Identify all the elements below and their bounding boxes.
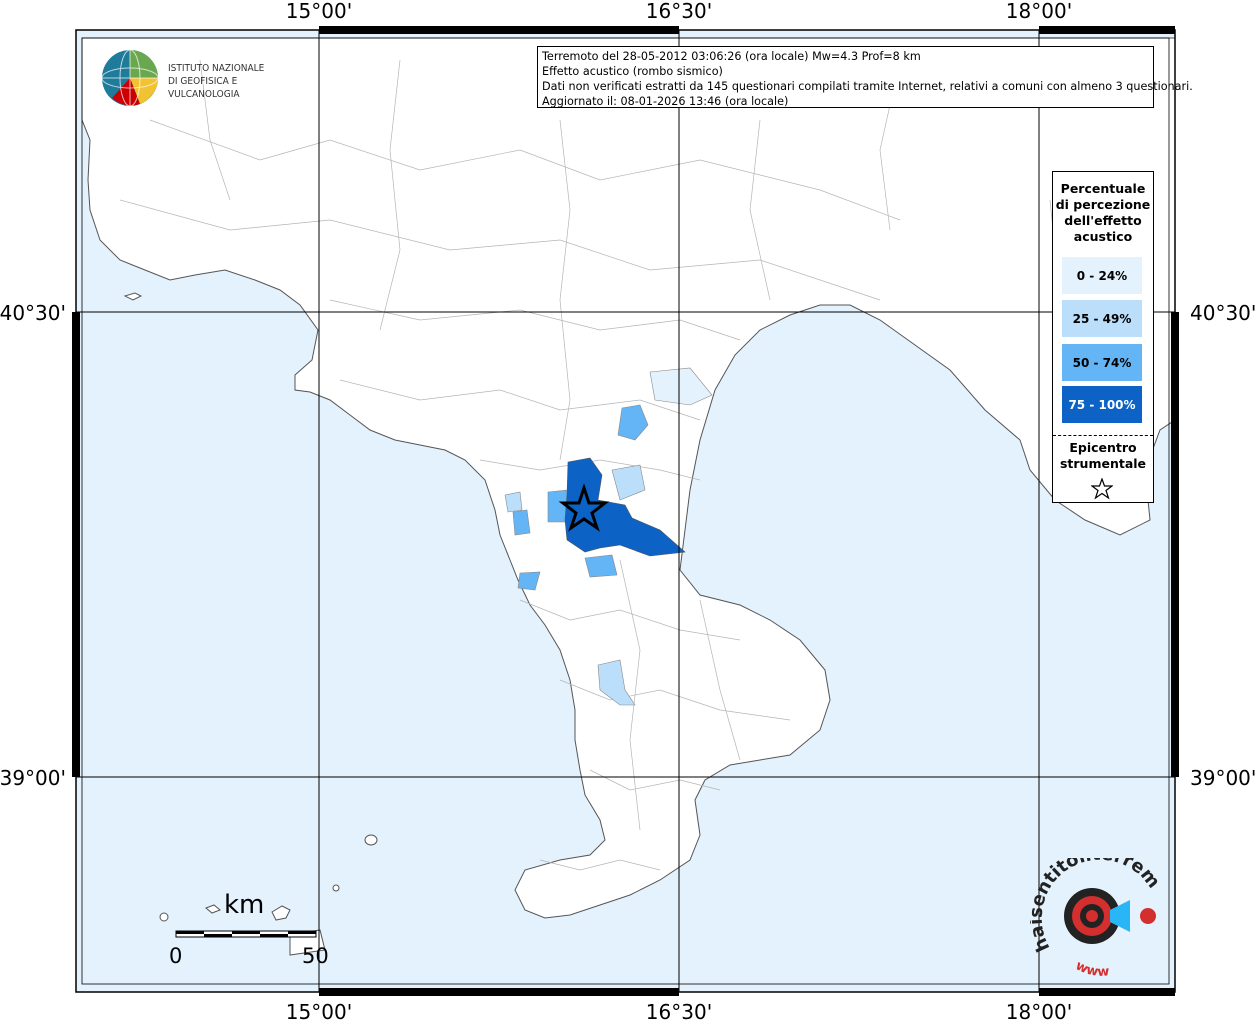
scale-unit: km — [224, 890, 265, 920]
area-class-2d — [584, 554, 618, 578]
island-alicudi — [159, 912, 169, 922]
lon-tick-bottom-3: 18°00' — [1006, 1000, 1072, 1024]
area-class-1c — [504, 491, 523, 513]
lat-tick-right-1: 40°30' — [1190, 301, 1255, 325]
ingv-logo: ISTITUTO NAZIONALE DI GEOFISICA E VULCAN… — [100, 48, 310, 108]
lat-tick-right-2: 39°00' — [1190, 766, 1255, 790]
ingv-logo-text: ISTITUTO NAZIONALE DI GEOFISICA E VULCAN… — [168, 62, 310, 101]
lon-tick-bottom-1: 15°00' — [286, 1000, 352, 1024]
star-icon — [1091, 478, 1113, 500]
legend-epicenter-label: Epicentro strumentale — [1059, 440, 1147, 471]
lon-tick-bottom-2: 16°30' — [646, 1000, 712, 1024]
event-info-box: Terremoto del 28-05-2012 03:06:26 (ora l… — [537, 46, 1193, 108]
lat-tick-left-2: 39°00' — [0, 766, 66, 790]
legend-class-2: 50 - 74% — [1062, 344, 1142, 381]
brand-www: www — [1073, 958, 1110, 978]
legend-divider — [1053, 435, 1153, 436]
lon-tick-top-2: 16°30' — [646, 0, 712, 23]
event-effect: Effetto acustico (rombo sismico) — [542, 65, 723, 78]
legend-class-1: 25 - 49% — [1062, 300, 1142, 337]
event-data-note: Dati non verificati estratti da 145 ques… — [542, 80, 1193, 93]
legend-class-3: 75 - 100% — [1062, 386, 1142, 423]
event-title: Terremoto del 28-05-2012 03:06:26 (ora l… — [542, 50, 921, 63]
legend: Percentuale di percezione dell'effetto a… — [1052, 171, 1154, 503]
ingv-line-1: ISTITUTO NAZIONALE — [168, 63, 265, 74]
legend-title: Percentuale di percezione dell'effetto a… — [1055, 181, 1151, 244]
ingv-line-2: DI GEOFISICA E VULCANOLOGIA — [168, 76, 240, 100]
globe-icon — [101, 49, 159, 107]
info-dot-icon — [1140, 908, 1156, 924]
island-panarea — [332, 884, 340, 892]
scale-bar — [175, 930, 317, 938]
lat-tick-left-1: 40°30' — [0, 301, 66, 325]
island-stromboli — [364, 834, 378, 846]
scale-end: 50 — [302, 944, 329, 968]
lon-tick-top-1: 15°00' — [286, 0, 352, 23]
legend-class-0: 0 - 24% — [1062, 257, 1142, 294]
area-class-2c — [512, 509, 531, 536]
haisentito-logo: haisentitoilterremoto.it www — [1030, 858, 1164, 978]
lon-tick-top-3: 18°00' — [1006, 0, 1072, 23]
event-updated: Aggiornato il: 08-01-2026 13:46 (ora loc… — [542, 95, 789, 108]
scale-start: 0 — [169, 944, 183, 968]
